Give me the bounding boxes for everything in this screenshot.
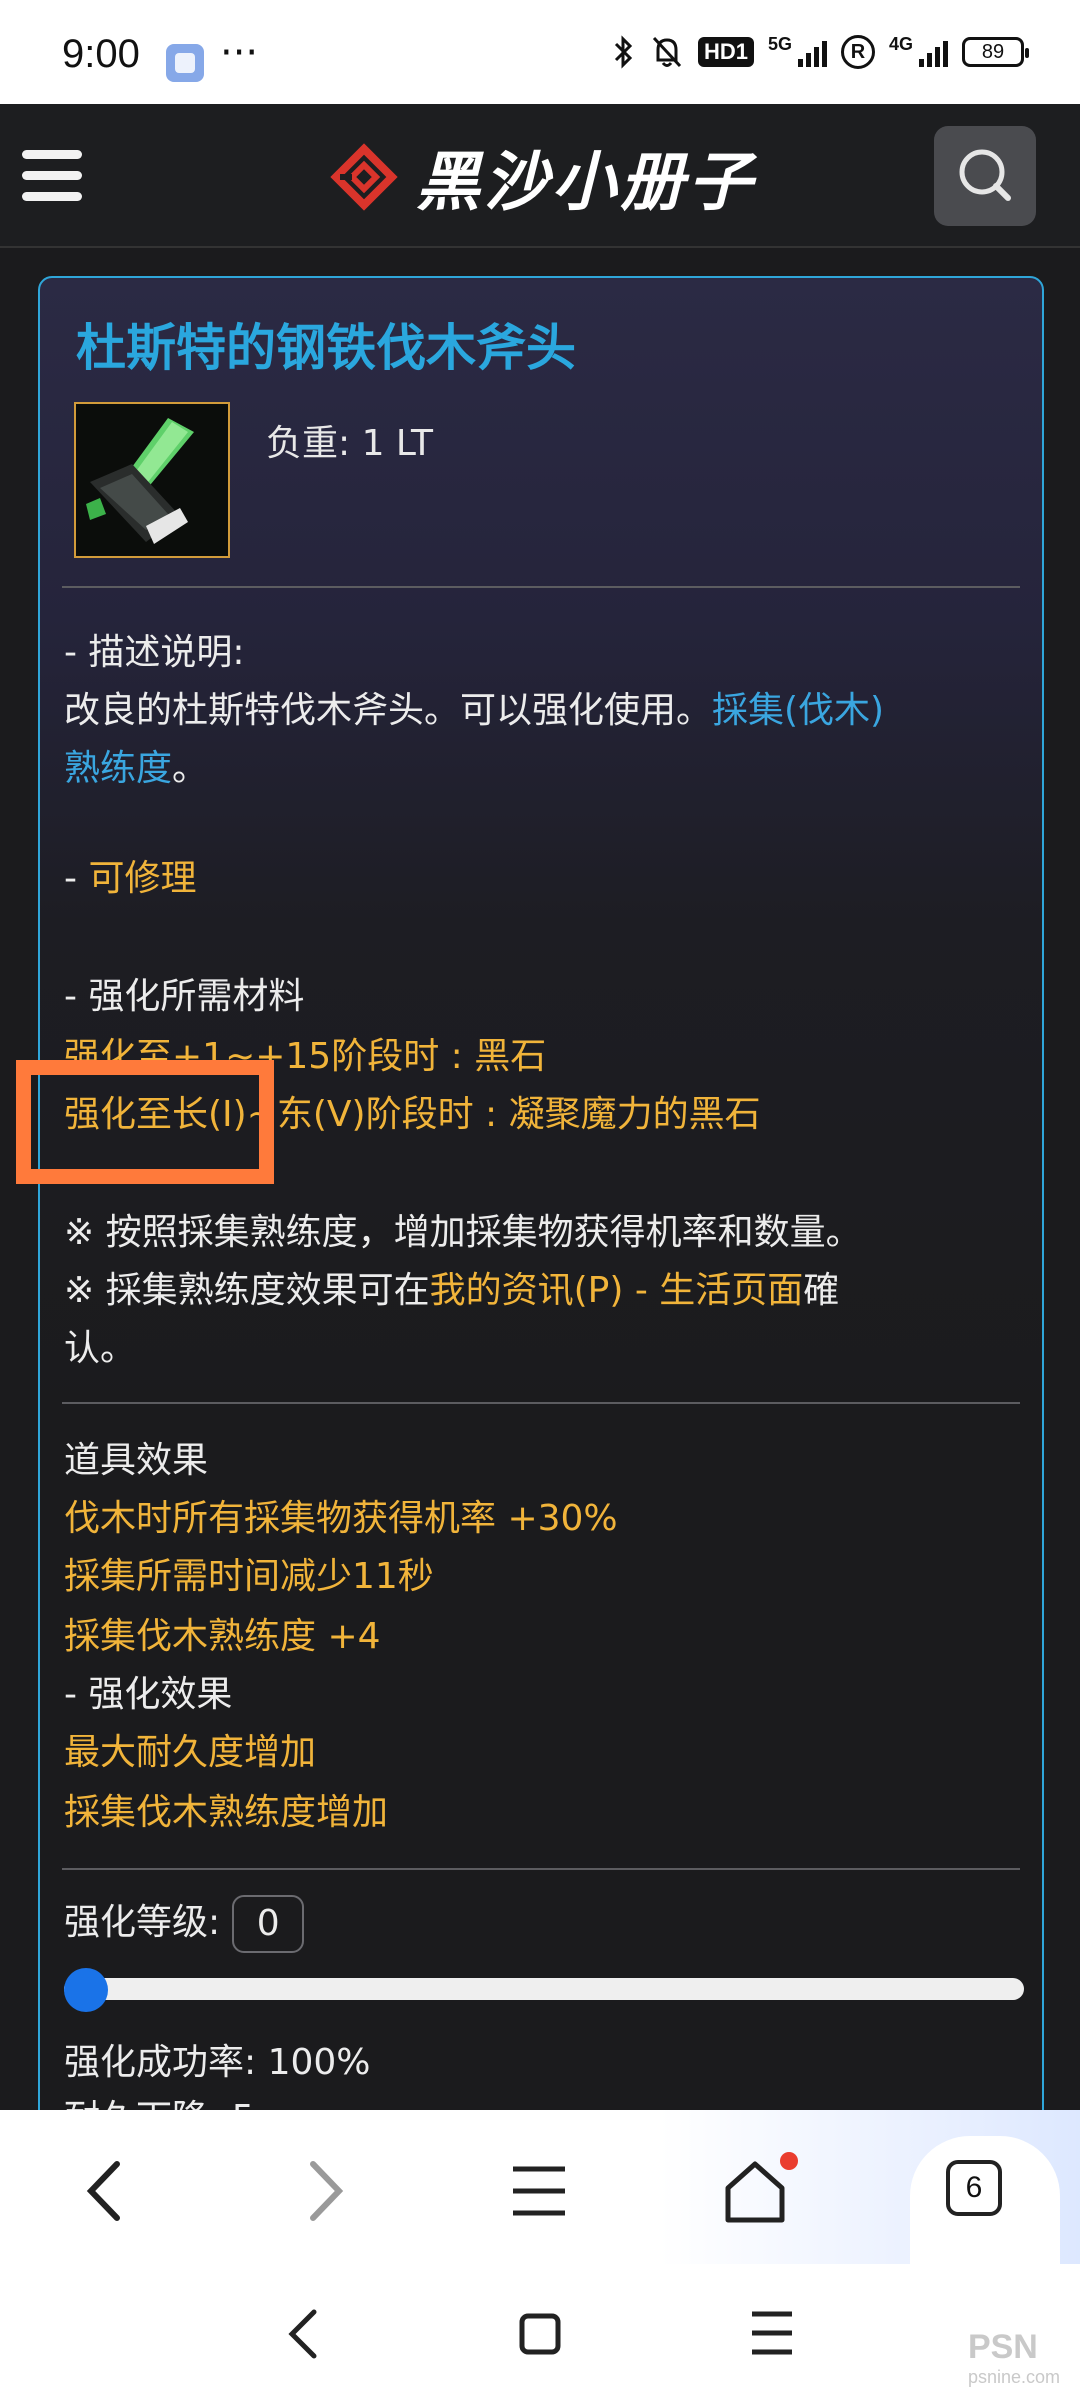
- highlight-annotation: [16, 1060, 274, 1184]
- profile-life-link[interactable]: 我的资讯(P) - 生活页面: [430, 1270, 804, 1311]
- enhance-effect-2: 採集伐木熟练度增加: [64, 1792, 389, 1833]
- enhance-level-slider[interactable]: [64, 1978, 1024, 2000]
- note2-prefix: ※ 採集熟练度效果可在: [64, 1270, 430, 1311]
- home-icon: [725, 2161, 785, 2223]
- system-navigation: PSN psnine.com: [0, 2264, 1080, 2400]
- menu-icon[interactable]: [22, 148, 82, 204]
- search-button[interactable]: [934, 126, 1036, 226]
- desc-text: 改良的杜斯特伐木斧头。可以强化使用。: [64, 690, 713, 731]
- page-content[interactable]: 杜斯特的钢铁伐木斧头 负重: 1 LT - 描述说明: 改良的杜斯特伐木斧头。可…: [0, 248, 1080, 2110]
- screen: 9:00 ··· HD1 5G R 4G 89 黑沙小册子 杜斯特的钢铁伐木斧头…: [0, 0, 1080, 2400]
- site-title: 黑沙小册子: [416, 146, 756, 220]
- enhance-level-input[interactable]: 0: [232, 1895, 305, 1953]
- effect-line-1: 伐木时所有採集物获得机率 +30%: [64, 1498, 618, 1539]
- proficiency-link[interactable]: 熟练度: [64, 748, 172, 789]
- network-4g-label: 4G: [888, 34, 913, 54]
- enhance-heading: - 强化效果: [64, 1674, 233, 1715]
- tabs-count-button[interactable]: 6: [946, 2160, 1002, 2216]
- network-5g-label: 5G: [767, 34, 792, 54]
- enhance-level-row: 强化等级: 0: [64, 1894, 305, 1953]
- divider: [62, 1868, 1020, 1870]
- menu-button[interactable]: [494, 2146, 584, 2236]
- note-line-3: 认。: [64, 1328, 137, 1369]
- success-rate: 强化成功率: 100%: [64, 2042, 371, 2083]
- gathering-link[interactable]: 採集(伐木): [712, 690, 884, 731]
- effects-heading: 道具效果: [64, 1440, 209, 1481]
- note2-suffix: 確: [803, 1270, 840, 1311]
- status-icons: HD1 5G R 4G 89: [612, 34, 1029, 70]
- nav-home-icon[interactable]: [512, 2306, 568, 2362]
- item-card: 杜斯特的钢铁伐木斧头 负重: 1 LT - 描述说明: 改良的杜斯特伐木斧头。可…: [38, 276, 1044, 2110]
- battery-icon: 89: [962, 37, 1029, 67]
- durability-drop: 耐久下降: 5: [64, 2090, 254, 2110]
- repairable-line: - 可修理: [64, 850, 196, 908]
- item-name: 杜斯特的钢铁伐木斧头: [76, 319, 576, 377]
- effect-line-2: 採集所需时间减少11秒: [64, 1556, 434, 1597]
- search-icon: [959, 149, 1011, 201]
- item-weight: 负重: 1 LT: [266, 423, 434, 464]
- bell-muted-icon: [652, 36, 682, 68]
- status-time: 9:00: [62, 32, 140, 76]
- chevron-right-icon: [310, 2161, 344, 2221]
- divider: [62, 586, 1020, 588]
- note-line-1: ※ 按照採集熟练度，增加採集物获得机率和数量。: [64, 1212, 862, 1253]
- signal-5g-icon: [797, 37, 827, 67]
- enhance-level-label: 强化等级:: [64, 1902, 221, 1943]
- note-line-2: ※ 採集熟练度效果可在我的资讯(P) - 生活页面確: [64, 1262, 839, 1320]
- watermark-main: PSN: [967, 2328, 1038, 2366]
- site-logo[interactable]: 黑沙小册子: [330, 132, 756, 222]
- more-notifications-icon: ···: [220, 30, 259, 76]
- nav-recents-icon[interactable]: [744, 2308, 800, 2358]
- menu-lines-icon: [513, 2166, 565, 2216]
- materials-heading: - 强化所需材料: [64, 976, 305, 1017]
- nav-back-icon[interactable]: [280, 2306, 330, 2362]
- forward-button[interactable]: [278, 2146, 368, 2236]
- logo-diamond-icon: [330, 143, 398, 211]
- notification-dot: [780, 2152, 798, 2170]
- watermark: PSN psnine.com: [968, 2328, 1060, 2388]
- status-bar: 9:00 ··· HD1 5G R 4G 89: [0, 0, 1080, 104]
- hd-badge: HD1: [697, 37, 754, 67]
- browser-toolbar: 6: [0, 2110, 1080, 2264]
- repairable-dash: -: [64, 858, 89, 899]
- divider: [62, 1402, 1020, 1404]
- back-button[interactable]: [62, 2146, 152, 2236]
- axe-head-icon: [76, 404, 228, 556]
- chevron-left-icon: [86, 2161, 120, 2221]
- item-thumbnail: [74, 402, 230, 558]
- repairable-label: 可修理: [88, 858, 197, 899]
- effect-line-3: 採集伐木熟练度 +4: [64, 1616, 381, 1657]
- enhance-effect-1: 最大耐久度增加: [64, 1732, 317, 1773]
- bluetooth-icon: [614, 35, 633, 69]
- signal-4g-icon: [919, 37, 948, 67]
- roaming-badge: R: [840, 35, 875, 69]
- desc-line-2: 熟练度。: [64, 740, 208, 798]
- desc-heading: - 描述说明:: [64, 632, 245, 673]
- slider-thumb[interactable]: [64, 1968, 108, 2012]
- desc-line-1: 改良的杜斯特伐木斧头。可以强化使用。採集(伐木): [64, 682, 884, 740]
- app-notification-icon: [166, 44, 204, 82]
- app-header: 黑沙小册子: [0, 104, 1080, 248]
- watermark-sub: psnine.com: [967, 2367, 1060, 2387]
- desc-period: 。: [172, 748, 209, 789]
